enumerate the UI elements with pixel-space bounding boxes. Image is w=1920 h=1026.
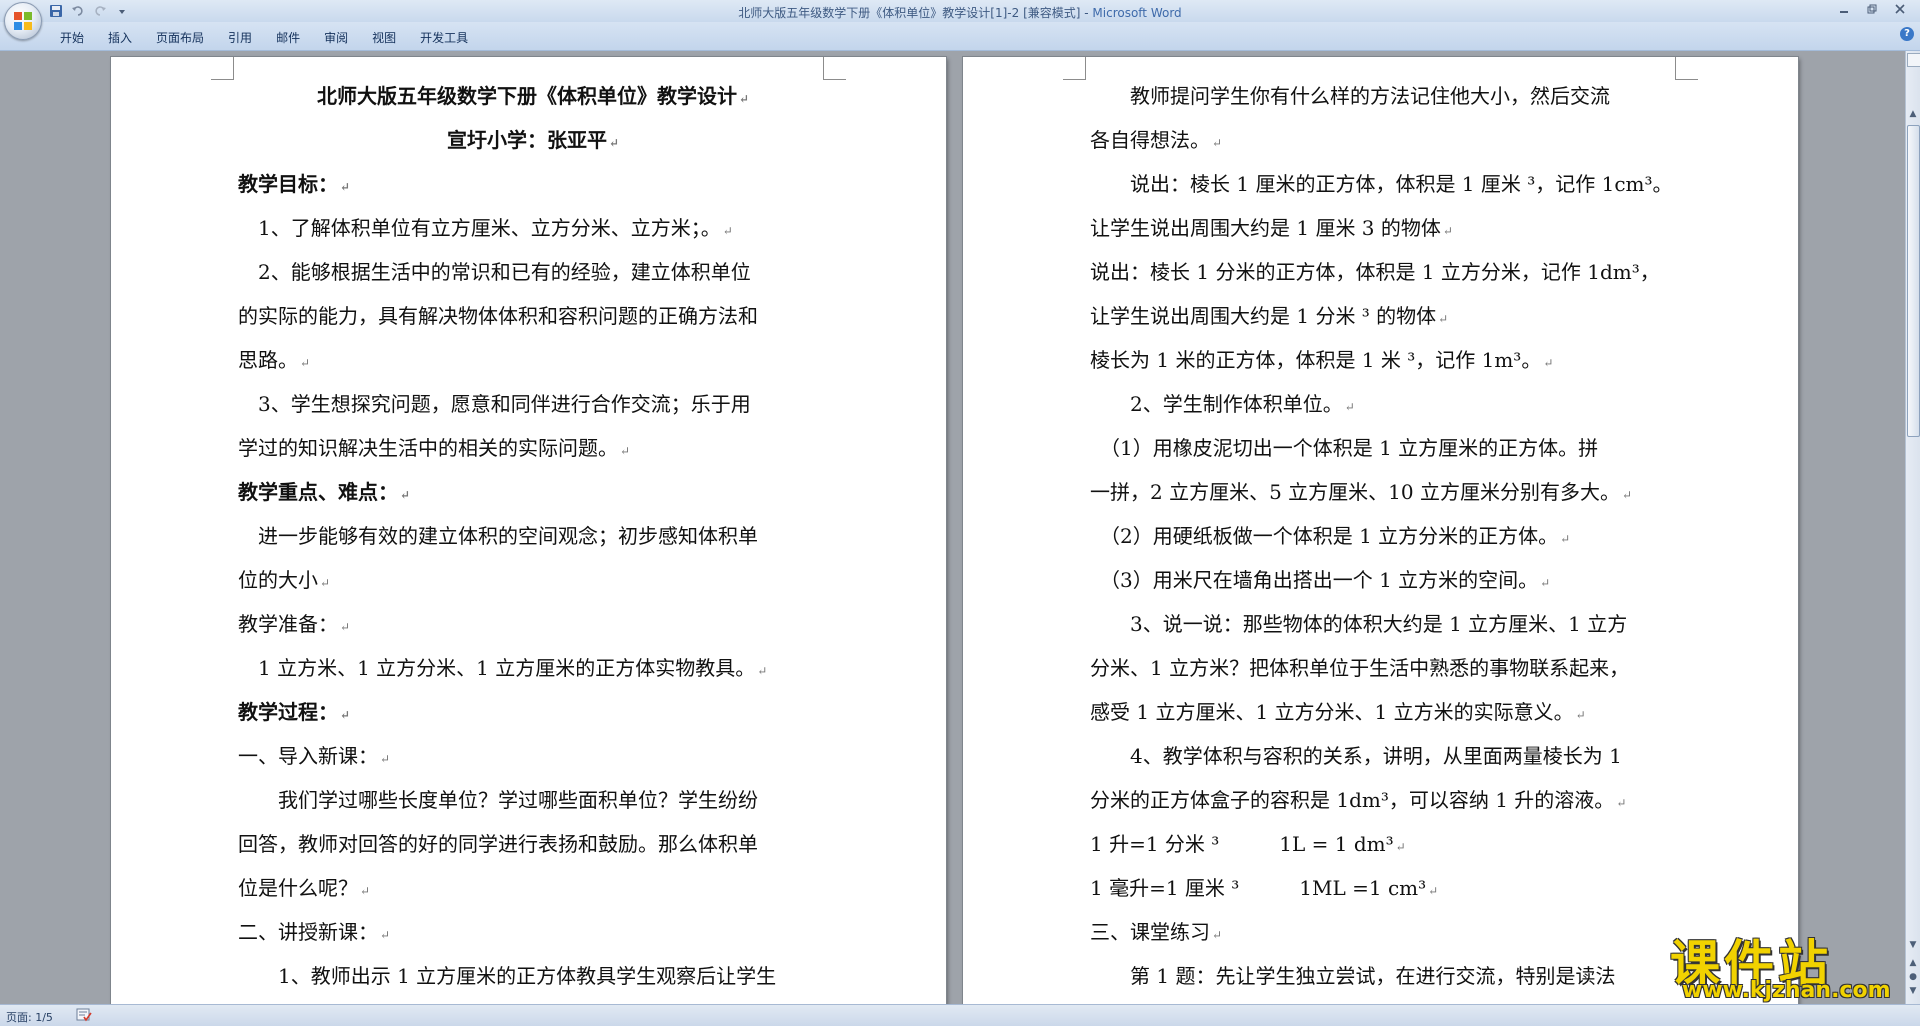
paragraph: 1 升=1 分米 ³ 1L = 1 dm³ ↵: [1090, 832, 1406, 856]
paragraph: （2）用硬纸板做一个体积是 1 立方分米的正方体。 ↵: [1090, 524, 1571, 548]
scroll-up-icon[interactable]: ▲: [1908, 109, 1918, 121]
tab-mailings[interactable]: 邮件: [264, 26, 312, 49]
paragraph: 3、学生想探究问题，愿意和同伴进行合作交流；乐于用: [238, 392, 751, 416]
paragraph: 各自得想法。 ↵: [1090, 128, 1223, 152]
tab-review[interactable]: 审阅: [312, 26, 360, 49]
tab-home[interactable]: 开始: [48, 26, 96, 49]
tab-insert[interactable]: 插入: [96, 26, 144, 49]
office-button[interactable]: [4, 2, 42, 40]
paragraph: 位的大小 ↵: [238, 568, 331, 592]
paragraph: 位是什么呢？ ↵: [238, 876, 371, 900]
paragraph: 学过的知识解决生活中的相关的实际问题。 ↵: [238, 436, 631, 460]
paragraph: 棱长为 1 米的正方体，体积是 1 米 ³，记作 1m³。 ↵: [1090, 348, 1554, 372]
tab-page-layout[interactable]: 页面布局: [144, 26, 216, 49]
paragraph: 让学生说出周围大约是 1 分米 ³ 的物体 ↵: [1090, 304, 1449, 328]
status-bar: 页面: 1/5: [0, 1004, 1920, 1026]
paragraph: 4、教学体积与容积的关系，讲明，从里面两量棱长为 1: [1090, 744, 1622, 768]
office-logo-icon: [14, 12, 32, 30]
tab-view[interactable]: 视图: [360, 26, 408, 49]
previous-page-icon[interactable]: ▲: [1908, 958, 1918, 970]
paragraph: 教学准备： ↵: [238, 612, 351, 636]
paragraph: 教学重点、难点： ↵: [238, 480, 411, 504]
paragraph: 教学目标： ↵: [238, 172, 351, 196]
document-author: 宣圩小学：张亚平 ↵: [446, 128, 620, 152]
crop-mark: [211, 57, 234, 80]
paragraph: 思路。 ↵: [238, 348, 311, 372]
paragraph: 1、了解体积单位有立方厘米、立方分米、立方米；。 ↵: [238, 216, 733, 240]
paragraph: （1）用橡皮泥切出一个体积是 1 立方厘米的正方体。拼: [1090, 436, 1599, 460]
paragraph: 3、说一说：那些物体的体积大约是 1 立方厘米、1 立方: [1090, 612, 1628, 636]
document-title: 北师大版五年级数学下册《体积单位》教学设计[1]-2 [兼容模式] -: [738, 6, 1093, 20]
paragraph: 2、学生制作体积单位。 ↵: [1090, 392, 1355, 416]
help-icon[interactable]: ?: [1900, 27, 1914, 41]
paragraph: 一、导入新课： ↵: [238, 744, 391, 768]
paragraph: 第 1 题：先让学生独立尝试，在进行交流，特别是读法: [1090, 964, 1616, 988]
ruler-toggle-icon[interactable]: [1907, 53, 1920, 67]
tab-developer[interactable]: 开发工具: [408, 26, 480, 49]
paragraph: 一拼，2 立方厘米、5 立方厘米、10 立方厘米分别有多大。 ↵: [1090, 480, 1633, 504]
paragraph: 三、课堂练习 ↵: [1090, 920, 1223, 944]
paragraph: 我们学过哪些长度单位？学过哪些面积单位？学生纷纷: [238, 788, 758, 812]
window-controls: [1830, 0, 1914, 18]
document-title: 北师大版五年级数学下册《体积单位》教学设计 ↵: [316, 84, 750, 108]
scroll-down-icon[interactable]: ▼: [1908, 940, 1918, 952]
close-icon[interactable]: [1886, 0, 1914, 18]
paragraph: 说出：棱长 1 分米的正方体，体积是 1 立方分米，记作 1dm³，: [1090, 260, 1660, 284]
paragraph: 分米的正方体盒子的容积是 1dm³，可以容纳 1 升的溶液。 ↵: [1090, 788, 1627, 812]
app-name: Microsoft Word: [1092, 6, 1182, 20]
paragraph: 进一步能够有效的建立体积的空间观念；初步感知体积单: [238, 524, 758, 548]
paragraph: （3）用米尺在墙角出搭出一个 1 立方米的空间。 ↵: [1090, 568, 1551, 592]
restore-icon[interactable]: [1858, 0, 1886, 18]
paragraph: 的实际的能力，具有解决物体体积和容积问题的正确方法和: [238, 304, 758, 328]
paragraph: 2、能够根据生活中的常识和已有的经验，建立体积单位: [238, 260, 751, 284]
paragraph: 1 毫升=1 厘米 ³ 1ML =1 cm³ ↵: [1090, 876, 1439, 900]
paragraph: 回答，教师对回答的好的同学进行表扬和鼓励。那么体积单: [238, 832, 758, 856]
paragraph: 感受 1 立方厘米、1 立方分米、1 立方米的实际意义。 ↵: [1090, 700, 1586, 724]
watermark-url: www.kjzhan.com: [1682, 978, 1891, 1003]
site-watermark: 课件站 www.kjzhan.com: [1670, 924, 1900, 1004]
vertical-scrollbar[interactable]: ▲ ▼ ▲ ● ▼: [1905, 51, 1920, 1004]
paragraph: 二、讲授新课： ↵: [238, 920, 391, 944]
paragraph: 教学过程： ↵: [238, 700, 351, 724]
ribbon-tab-bar: 开始 插入 页面布局 引用 邮件 审阅 视图 开发工具 ?: [0, 22, 1920, 51]
paragraph: 说出：棱长 1 厘米的正方体，体积是 1 厘米 ³，记作 1cm³。: [1090, 172, 1673, 196]
document-workspace[interactable]: 北师大版五年级数学下册《体积单位》教学设计 ↵ 宣圩小学：张亚平 ↵ 教学目标： ↵ …: [0, 51, 1906, 1017]
page-count[interactable]: 页面: 1/5: [6, 1009, 53, 1025]
paragraph: 让学生说出周围大约是 1 厘米 3 的物体 ↵: [1090, 216, 1453, 240]
next-page-icon[interactable]: ▼: [1908, 986, 1918, 998]
page-1-text[interactable]: 北师大版五年级数学下册《体积单位》教学设计 ↵ 宣圩小学：张亚平 ↵ 教学目标： ↵ …: [238, 74, 828, 998]
page-2-text[interactable]: 教师提问学生你有什么样的方法记住他大小，然后交流 各自得想法。 ↵ 说出：棱长 1…: [1090, 74, 1680, 998]
title-bar: 北师大版五年级数学下册《体积单位》教学设计[1]-2 [兼容模式] - Micr…: [0, 0, 1920, 22]
document-page-2[interactable]: 教师提问学生你有什么样的方法记住他大小，然后交流 各自得想法。 ↵ 说出：棱长 1…: [963, 57, 1798, 1017]
scroll-thumb[interactable]: [1907, 125, 1920, 437]
paragraph: 教师提问学生你有什么样的方法记住他大小，然后交流: [1090, 84, 1610, 108]
paragraph: 1、教师出示 1 立方厘米的正方体教具学生观察后让学生: [238, 964, 777, 988]
paragraph: 分米、1 立方米？把体积单位于生活中熟悉的事物联系起来，: [1090, 656, 1630, 680]
tab-references[interactable]: 引用: [216, 26, 264, 49]
document-page-1[interactable]: 北师大版五年级数学下册《体积单位》教学设计 ↵ 宣圩小学：张亚平 ↵ 教学目标： ↵ …: [111, 57, 946, 1017]
proofing-icon[interactable]: [76, 1008, 92, 1022]
browse-object-icon[interactable]: ●: [1908, 972, 1918, 984]
paragraph: 1 立方米、1 立方分米、1 立方厘米的正方体实物教具。 ↵: [238, 656, 768, 680]
minimize-icon[interactable]: [1830, 0, 1858, 18]
window-title: 北师大版五年级数学下册《体积单位》教学设计[1]-2 [兼容模式] - Micr…: [0, 4, 1920, 21]
crop-mark: [1063, 57, 1086, 80]
